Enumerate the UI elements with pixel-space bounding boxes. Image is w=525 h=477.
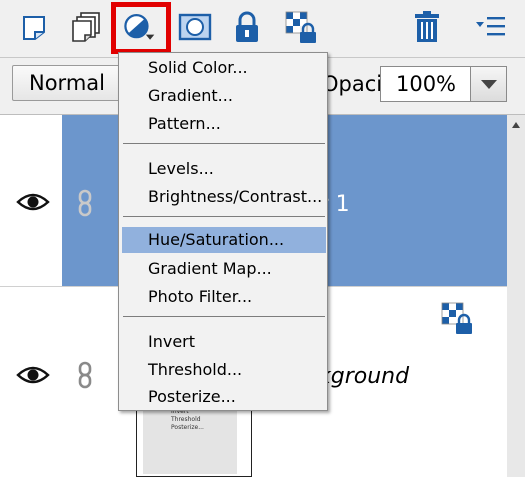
chevron-down-icon <box>480 80 497 89</box>
eye-icon[interactable] <box>16 364 50 386</box>
layer-thumbnail: Invert Threshold Posterize... <box>136 407 252 477</box>
trash-icon[interactable] <box>410 10 444 44</box>
menu-separator <box>123 316 325 317</box>
panel-menu-icon[interactable] <box>474 10 508 44</box>
menu-item-gradient-map[interactable]: Gradient Map... <box>119 256 327 282</box>
scrollbar[interactable] <box>507 115 525 477</box>
link-icon[interactable] <box>76 361 94 389</box>
layers-toolbar <box>0 0 525 57</box>
layer-mask-icon[interactable] <box>178 10 212 44</box>
blend-mode-select[interactable]: Normal <box>12 65 120 101</box>
lock-icon[interactable] <box>230 10 264 44</box>
menu-item-photo-filter[interactable]: Photo Filter... <box>119 284 327 310</box>
lock-transparency-icon <box>441 302 472 334</box>
link-icon[interactable] <box>76 189 94 217</box>
active-tool-highlight <box>111 2 171 54</box>
opacity-dropdown-button[interactable] <box>470 66 507 102</box>
menu-item-solid-color[interactable]: Solid Color... <box>119 55 327 81</box>
opacity-field[interactable]: 100% <box>380 66 472 102</box>
menu-item-gradient[interactable]: Gradient... <box>119 83 327 109</box>
menu-separator <box>123 143 325 144</box>
scroll-up-arrow-icon[interactable] <box>507 121 525 135</box>
menu-item-levels[interactable]: Levels... <box>119 156 327 182</box>
menu-separator <box>123 216 325 217</box>
menu-item-threshold[interactable]: Threshold... <box>119 357 327 383</box>
menu-item-hue-saturation[interactable]: Hue/Saturation... <box>122 227 326 253</box>
lock-transparency-icon[interactable] <box>284 10 318 44</box>
adjustment-layer-menu: Solid Color... Gradient... Pattern... Le… <box>118 52 328 411</box>
thumbnail-image: Invert Threshold Posterize... <box>143 408 237 474</box>
eye-icon[interactable] <box>16 191 50 213</box>
layer-name[interactable]: kground <box>318 364 409 389</box>
menu-item-pattern[interactable]: Pattern... <box>119 111 327 137</box>
menu-item-invert[interactable]: Invert <box>119 329 327 355</box>
menu-item-brightness-contrast[interactable]: Brightness/Contrast... <box>119 184 327 210</box>
new-layer-icon[interactable] <box>18 10 52 44</box>
menu-item-posterize[interactable]: Posterize... <box>119 384 327 410</box>
new-group-icon[interactable] <box>70 10 104 44</box>
